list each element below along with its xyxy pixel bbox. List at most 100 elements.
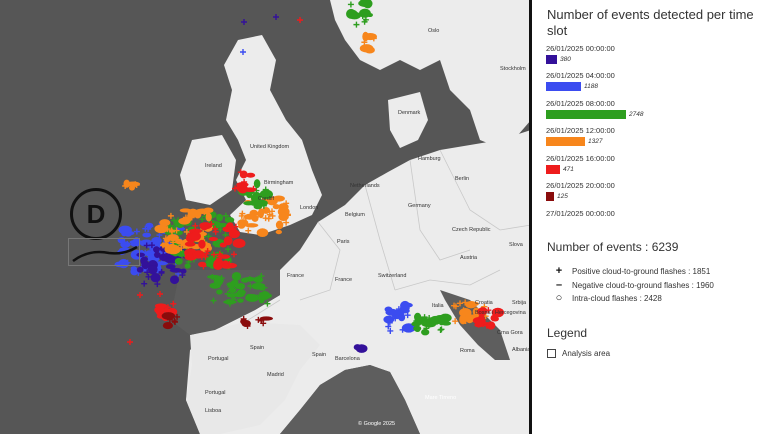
- label-cardiff: Cardiff: [258, 196, 275, 202]
- info-panel: Number of events detected per time slot …: [532, 0, 768, 434]
- strike-mark: [275, 220, 284, 230]
- strike-mark: [385, 308, 398, 316]
- label-portugal-2: Portugal: [205, 390, 226, 396]
- label-portugal: Portugal: [208, 356, 229, 362]
- strike-mark: [199, 222, 213, 230]
- strike-mark: [346, 8, 357, 19]
- strike-mark: [421, 328, 430, 336]
- strike-mark: [151, 236, 162, 245]
- label-paris: Paris: [337, 239, 350, 245]
- strike-mark: [355, 344, 368, 353]
- strike-mark: [231, 272, 242, 281]
- time-slot-count: 471: [563, 166, 574, 173]
- label-albania: Albania: [512, 347, 531, 353]
- label-denmark: Denmark: [398, 110, 421, 116]
- strike-mark: [359, 8, 371, 18]
- strike-mark: [257, 208, 265, 219]
- label-lisboa: Lisboa: [205, 408, 222, 414]
- label-madrid: Madrid: [267, 372, 284, 378]
- strike-mark: [198, 239, 206, 249]
- type-label: Intra-cloud flashes : 2428: [572, 293, 662, 303]
- strike-mark: [251, 282, 266, 290]
- time-slot-bar: [546, 165, 560, 174]
- label-spain-2: Spain: [312, 352, 327, 358]
- strike-mark: [194, 209, 202, 219]
- strike-mark: [142, 232, 152, 238]
- land-sardinia: [398, 352, 414, 390]
- strike-mark: [187, 248, 196, 254]
- strike-mark: [245, 293, 260, 302]
- label-oslo: Oslo: [428, 28, 440, 34]
- time-slot-5: 26/01/2025 20:00:00 125: [546, 181, 615, 201]
- strike-mark: [272, 195, 285, 202]
- panel-title: Number of events detected per time slot: [547, 7, 754, 38]
- strike-mark: [239, 170, 248, 179]
- strike-mark: [184, 263, 191, 269]
- strike-mark: [240, 277, 249, 283]
- strike-mark: [216, 289, 223, 295]
- strike-mark: [429, 315, 441, 325]
- label-ireland: Ireland: [205, 163, 222, 169]
- label-tyrrhenian-sea: Mare Tirreno: [425, 395, 457, 401]
- label-roma: Roma: [460, 348, 475, 354]
- circle-icon: ○: [555, 292, 563, 304]
- type-intra-cloud: ○ Intra-cloud flashes : 2428: [552, 292, 662, 304]
- time-slot-count: 1327: [588, 138, 603, 145]
- type-label: Negative cloud-to-ground flashes : 1960: [572, 280, 714, 290]
- time-slot-4: 26/01/2025 16:00:00 471: [546, 154, 615, 174]
- strike-mark: [221, 263, 233, 269]
- strike-mark: [272, 204, 281, 210]
- time-slot-label: 26/01/2025 12:00:00: [546, 126, 615, 135]
- label-belgium: Belgium: [345, 212, 365, 218]
- strike-mark: [180, 268, 187, 274]
- strike-mark: [153, 246, 160, 253]
- label-spain: Spain: [250, 345, 265, 351]
- map-attribution: © Google 2025: [358, 421, 396, 427]
- strike-mark: [147, 265, 158, 275]
- strike-mark: [118, 225, 132, 235]
- strike-mark: [141, 259, 148, 267]
- strike-mark: [362, 31, 369, 42]
- strike-mark: [364, 46, 375, 54]
- events-total: Number of events : 6239: [547, 240, 679, 254]
- label-slovakia: Slova: [509, 242, 523, 248]
- strike-mark: [241, 320, 251, 328]
- strike-mark: [244, 223, 259, 228]
- type-label: Positive cloud-to-ground flashes : 1851: [572, 266, 711, 276]
- time-slot-bar: [546, 55, 557, 64]
- analysis-area-checkbox[interactable]: [547, 349, 556, 358]
- strike-mark: [126, 181, 141, 187]
- strike-mark: [243, 187, 257, 193]
- time-slot-label: 26/01/2025 00:00:00: [546, 44, 615, 53]
- strike-mark: [179, 208, 192, 213]
- time-slot-3: 26/01/2025 12:00:00 1327: [546, 126, 615, 146]
- strike-mark: [398, 313, 406, 322]
- label-italy: Italia: [432, 303, 444, 309]
- strike-mark: [234, 283, 242, 290]
- label-montenegro: Crna Gora: [497, 330, 523, 336]
- strike-mark: [174, 257, 183, 265]
- time-slot-count: 380: [560, 56, 571, 63]
- time-slot-label: 26/01/2025 04:00:00: [546, 71, 615, 80]
- map-view[interactable]: Ireland United Kingdom Birmingham London…: [0, 0, 531, 434]
- strike-mark: [237, 298, 244, 303]
- legend-title: Legend: [547, 326, 588, 340]
- strike-mark: [164, 244, 177, 254]
- strike-mark: [154, 303, 168, 309]
- strike-mark: [161, 312, 176, 320]
- label-hamburg: Hamburg: [418, 156, 441, 162]
- strike-mark: [184, 241, 196, 247]
- strike-mark: [216, 213, 224, 222]
- time-slot-bar: [546, 110, 626, 119]
- time-slot-6: 27/01/2025 00:00:00: [546, 209, 615, 218]
- type-positive-cg: + Positive cloud-to-ground flashes : 185…: [552, 265, 711, 277]
- time-slot-count: 1188: [584, 83, 598, 90]
- strike-mark: [170, 275, 180, 285]
- strike-mark: [275, 229, 282, 235]
- label-bosnia: Bosna i Hercegovina: [475, 310, 526, 316]
- plus-icon: +: [555, 265, 563, 277]
- legend-analysis-area[interactable]: Analysis area: [547, 349, 610, 358]
- strike-mark: [145, 222, 154, 229]
- label-united-kingdom: United Kingdom: [250, 144, 290, 150]
- minus-icon: –: [555, 279, 563, 291]
